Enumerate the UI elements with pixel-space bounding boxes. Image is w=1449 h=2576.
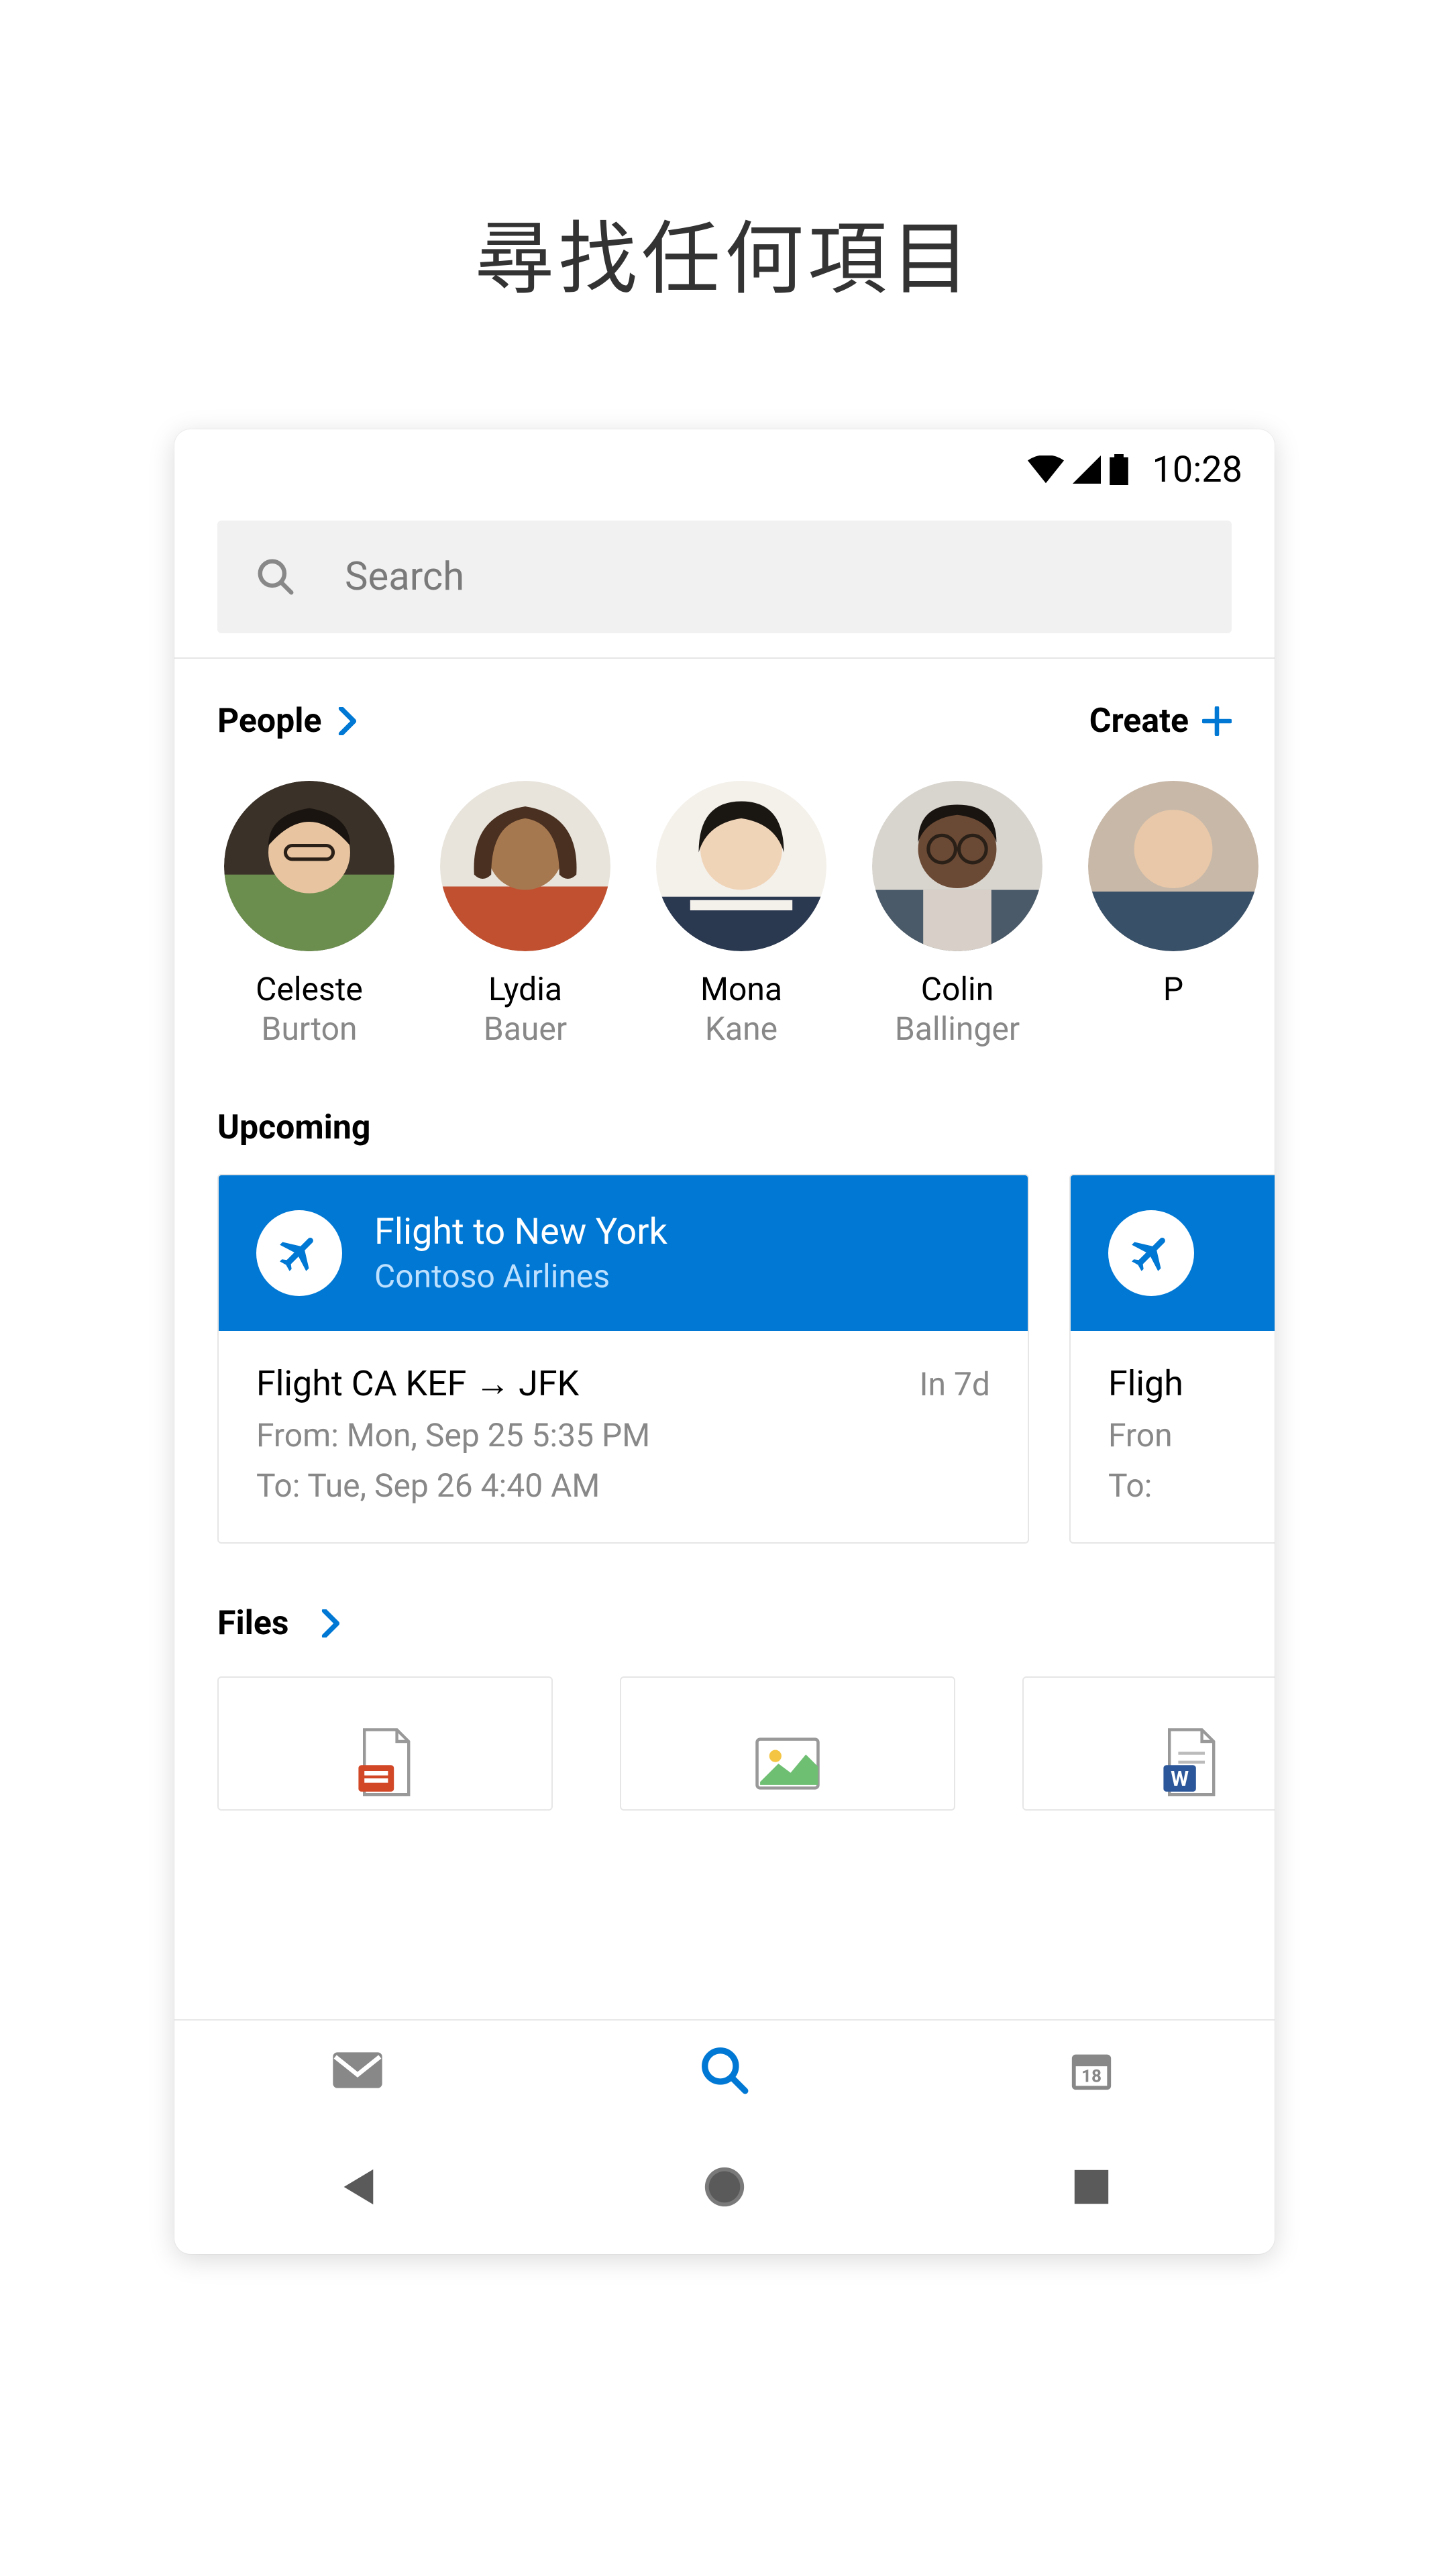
avatar bbox=[656, 781, 826, 951]
person-first-name: Lydia bbox=[488, 970, 562, 1008]
people-row: Celeste Burton Lydia Bauer Mona Kane bbox=[174, 767, 1275, 1048]
create-label: Create bbox=[1089, 702, 1189, 741]
event-title: Flight to New York bbox=[374, 1211, 667, 1253]
nav-home[interactable] bbox=[541, 2163, 908, 2210]
event-card[interactable]: Fligh Fron To: bbox=[1069, 1174, 1275, 1544]
person-last-name: Bauer bbox=[484, 1010, 567, 1048]
person-first-name: P bbox=[1163, 970, 1183, 1008]
airplane-icon bbox=[256, 1210, 342, 1296]
file-card-image[interactable] bbox=[620, 1676, 955, 1811]
event-route: Flight CA KEF → JFK bbox=[256, 1363, 579, 1404]
search-icon bbox=[255, 556, 297, 598]
wifi-icon bbox=[1028, 455, 1064, 484]
person-last-name: Kane bbox=[705, 1010, 777, 1048]
event-card[interactable]: Flight to New York Contoso Airlines Flig… bbox=[217, 1174, 1029, 1544]
search-icon bbox=[700, 2045, 749, 2095]
nav-back[interactable] bbox=[174, 2165, 541, 2208]
word-icon: W bbox=[1160, 1727, 1220, 1801]
upcoming-cards: Flight to New York Contoso Airlines Flig… bbox=[174, 1174, 1275, 1544]
event-header: Flight to New York Contoso Airlines bbox=[219, 1175, 1028, 1331]
image-icon bbox=[754, 1735, 821, 1792]
nav-recent[interactable] bbox=[908, 2168, 1275, 2206]
bottom-tab-bar: 18 bbox=[174, 2019, 1275, 2120]
calendar-icon: 18 bbox=[1068, 2047, 1115, 2094]
phone-frame: 10:28 Search People Create C bbox=[174, 429, 1275, 2254]
status-time: 10:28 bbox=[1152, 449, 1242, 491]
status-bar: 10:28 bbox=[174, 429, 1275, 510]
svg-text:18: 18 bbox=[1081, 2067, 1102, 2087]
event-body: Fligh Fron To: bbox=[1071, 1331, 1275, 1542]
person-mona[interactable]: Mona Kane bbox=[649, 781, 833, 1048]
chevron-right-icon bbox=[338, 707, 358, 735]
event-subtitle: Contoso Airlines bbox=[374, 1257, 667, 1295]
powerpoint-icon bbox=[355, 1727, 415, 1801]
people-section-button[interactable]: People bbox=[217, 702, 358, 741]
person-celeste[interactable]: Celeste Burton bbox=[217, 781, 401, 1048]
event-body: Flight CA KEF → JFK In 7d From: Mon, Sep… bbox=[219, 1331, 1028, 1542]
person-first-name: Mona bbox=[700, 970, 782, 1008]
signal-icon bbox=[1072, 455, 1102, 484]
person-lydia[interactable]: Lydia Bauer bbox=[433, 781, 617, 1048]
event-to: To: bbox=[1108, 1466, 1275, 1505]
status-icons bbox=[1028, 454, 1128, 485]
event-to: To: Tue, Sep 26 4:40 AM bbox=[256, 1466, 990, 1505]
create-button[interactable]: Create bbox=[1089, 702, 1232, 741]
mail-icon bbox=[331, 2049, 384, 2091]
event-from: From: Mon, Sep 25 5:35 PM bbox=[256, 1416, 990, 1454]
file-card-powerpoint[interactable] bbox=[217, 1676, 553, 1811]
upcoming-label: Upcoming bbox=[174, 1048, 1275, 1174]
airplane-icon bbox=[1108, 1210, 1194, 1296]
person-last-name: Ballinger bbox=[895, 1010, 1020, 1048]
event-header bbox=[1071, 1175, 1275, 1331]
event-from: Fron bbox=[1108, 1416, 1275, 1454]
battery-icon bbox=[1110, 454, 1128, 485]
tab-calendar[interactable]: 18 bbox=[908, 2021, 1275, 2120]
person-last-name: Burton bbox=[262, 1010, 358, 1048]
avatar bbox=[440, 781, 610, 951]
person-first-name: Celeste bbox=[256, 970, 363, 1008]
avatar bbox=[872, 781, 1042, 951]
person-partial[interactable]: P bbox=[1081, 781, 1265, 1048]
people-label: People bbox=[217, 702, 322, 741]
avatar bbox=[224, 781, 394, 951]
tab-search[interactable] bbox=[541, 2021, 908, 2120]
avatar bbox=[1088, 781, 1258, 951]
android-nav-bar bbox=[174, 2120, 1275, 2254]
square-recent-icon bbox=[1073, 2168, 1110, 2206]
triangle-back-icon bbox=[337, 2165, 378, 2208]
event-route: Fligh bbox=[1108, 1363, 1183, 1404]
event-eta: In 7d bbox=[919, 1365, 990, 1403]
plus-icon bbox=[1202, 706, 1232, 736]
files-row: W bbox=[174, 1676, 1275, 1811]
circle-home-icon bbox=[701, 2163, 748, 2210]
person-first-name: Colin bbox=[921, 970, 994, 1008]
svg-text:W: W bbox=[1171, 1766, 1189, 1791]
file-card-word[interactable]: W bbox=[1022, 1676, 1275, 1811]
search-placeholder: Search bbox=[345, 554, 464, 600]
files-label: Files bbox=[217, 1604, 289, 1643]
files-section-button[interactable]: Files bbox=[174, 1544, 1275, 1676]
search-input[interactable]: Search bbox=[217, 521, 1232, 633]
person-colin[interactable]: Colin Ballinger bbox=[865, 781, 1049, 1048]
tab-mail[interactable] bbox=[174, 2021, 541, 2120]
chevron-right-icon bbox=[321, 1609, 341, 1638]
page-headline: 尋找任何項目 bbox=[0, 0, 1449, 309]
